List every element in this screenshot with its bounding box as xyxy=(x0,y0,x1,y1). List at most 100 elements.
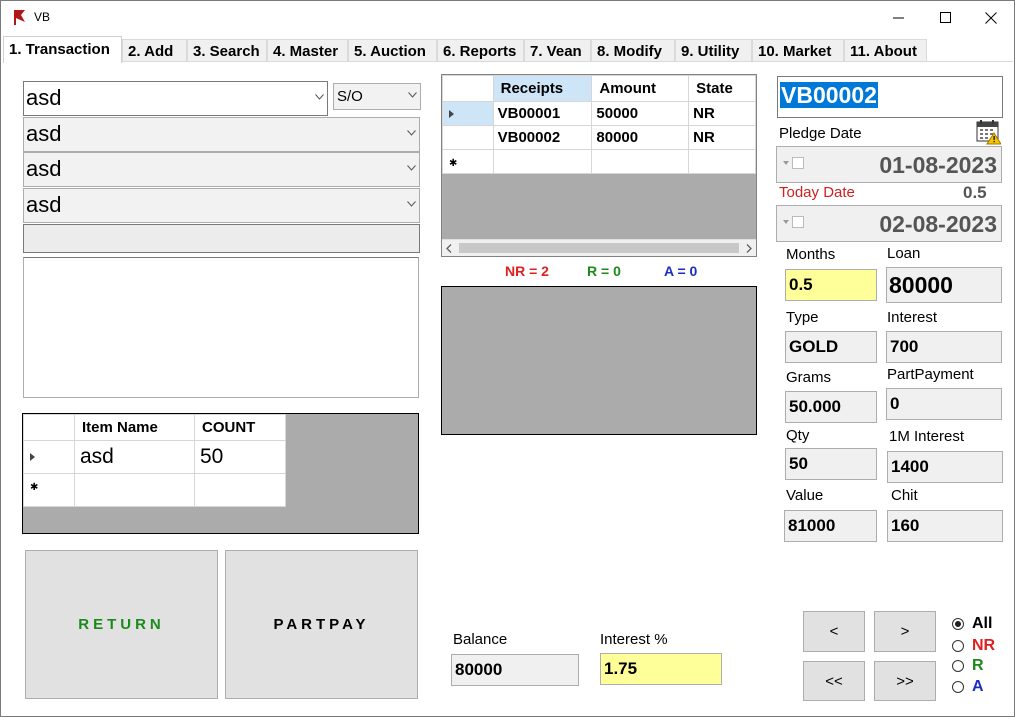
balance-field[interactable]: 80000 xyxy=(451,654,579,686)
amount-cell[interactable]: 80000 xyxy=(591,125,690,150)
radio-unchecked-icon xyxy=(952,640,964,652)
receipt-cell[interactable]: VB00002 xyxy=(492,125,593,150)
last-button[interactable]: >> xyxy=(874,661,936,701)
grams-field[interactable]: 50.000 xyxy=(785,391,877,423)
scroll-left-icon[interactable] xyxy=(446,244,452,253)
tab-utility[interactable]: 9. Utility xyxy=(675,39,752,62)
phone-field[interactable] xyxy=(23,224,420,253)
type-label: Type xyxy=(786,309,819,326)
customer-name-combo[interactable]: asd xyxy=(23,81,328,116)
column-header-count[interactable]: COUNT xyxy=(194,414,286,441)
row-header[interactable]: ✱ xyxy=(23,473,75,507)
notes-textarea[interactable] xyxy=(23,257,419,398)
scroll-thumb[interactable] xyxy=(459,243,739,253)
close-button[interactable] xyxy=(968,1,1014,34)
state-cell[interactable]: NR xyxy=(688,101,756,126)
m1-interest-field[interactable]: 1400 xyxy=(887,451,1003,483)
address-value: asd xyxy=(26,156,62,181)
table-row[interactable]: VB00001 50000 NR xyxy=(442,101,756,126)
column-header-receipts[interactable]: Receipts xyxy=(492,75,593,102)
state-cell[interactable] xyxy=(688,149,756,174)
date-checkbox[interactable] xyxy=(792,216,804,228)
return-button[interactable]: RETURN xyxy=(25,550,218,699)
place-combo[interactable]: asd xyxy=(23,188,420,223)
state-cell[interactable]: NR xyxy=(688,125,756,150)
tab-market[interactable]: 10. Market xyxy=(752,39,844,62)
pledge-date-picker[interactable]: 01-08-2023 xyxy=(776,146,1002,183)
relation-value: S/O xyxy=(337,88,363,105)
type-field[interactable]: GOLD xyxy=(785,331,877,363)
tab-master[interactable]: 4. Master xyxy=(267,39,348,62)
months-field[interactable]: 0.5 xyxy=(785,269,877,301)
first-button[interactable]: << xyxy=(803,661,865,701)
relative-name-combo[interactable]: asd xyxy=(23,117,420,152)
item-name-cell[interactable]: asd xyxy=(74,440,195,474)
row-header[interactable] xyxy=(442,125,494,150)
prev-button[interactable]: < xyxy=(803,611,865,652)
next-button[interactable]: > xyxy=(874,611,936,652)
radio-unchecked-icon xyxy=(952,660,964,672)
row-header[interactable] xyxy=(442,101,494,126)
qty-field[interactable]: 50 xyxy=(785,448,877,480)
interest-pct-field[interactable]: 1.75 xyxy=(600,653,722,685)
tab-auction[interactable]: 5. Auction xyxy=(348,39,437,62)
row-header[interactable]: ✱ xyxy=(442,149,494,174)
receipt-cell[interactable]: VB00001 xyxy=(492,101,593,126)
pledge-date-value: 01-08-2023 xyxy=(879,152,997,178)
filter-all-label: All xyxy=(972,615,993,632)
count-cell[interactable]: 50 xyxy=(194,440,286,474)
partpay-button-label: PARTPAY xyxy=(273,616,370,633)
tab-about[interactable]: 11. About xyxy=(844,39,927,62)
relation-combo[interactable]: S/O xyxy=(333,83,421,110)
count-cell[interactable] xyxy=(194,473,286,507)
amount-cell[interactable]: 50000 xyxy=(591,101,690,126)
radio-checked-icon xyxy=(952,618,964,630)
chevron-down-icon xyxy=(408,91,417,98)
m1-interest-label: 1M Interest xyxy=(889,428,965,445)
dropdown-icon xyxy=(783,220,789,224)
item-name-cell[interactable] xyxy=(74,473,195,507)
chit-label: Chit xyxy=(891,487,918,504)
loan-field[interactable]: 80000 xyxy=(886,267,1002,303)
table-row[interactable]: asd 50 xyxy=(23,440,286,474)
value-field[interactable]: 81000 xyxy=(784,510,877,542)
partpayment-label: PartPayment xyxy=(887,366,974,383)
receipt-number-input[interactable]: VB00002 xyxy=(777,76,1003,118)
address-combo[interactable]: asd xyxy=(23,152,420,187)
current-row-arrow-icon xyxy=(449,109,454,118)
table-row-new[interactable]: ✱ xyxy=(23,473,286,507)
tab-transaction[interactable]: 1. Transaction xyxy=(3,36,122,63)
column-header-amount[interactable]: Amount xyxy=(591,75,690,102)
partpayment-field[interactable]: 0 xyxy=(886,388,1002,420)
receipts-grid: Receipts Amount State VB00001 50000 NR V… xyxy=(441,74,757,257)
tab-vean[interactable]: 7. Vean xyxy=(524,39,591,62)
row-header[interactable] xyxy=(23,440,75,474)
value-label: Value xyxy=(786,487,824,504)
pledge-date-label: Pledge Date xyxy=(779,125,862,142)
receipt-cell[interactable] xyxy=(492,149,593,174)
today-date-picker[interactable]: 02-08-2023 xyxy=(776,205,1002,242)
tab-reports[interactable]: 6. Reports xyxy=(437,39,524,62)
table-row[interactable]: VB00002 80000 NR xyxy=(442,125,756,150)
calendar-icon[interactable] xyxy=(976,119,1001,145)
tab-search[interactable]: 3. Search xyxy=(187,39,267,62)
column-header-state[interactable]: State xyxy=(688,75,756,102)
title-bar: VB xyxy=(1,1,1014,34)
amount-cell[interactable] xyxy=(591,149,690,174)
interest-pct-label: Interest % xyxy=(600,631,668,648)
months-diff: 0.5 xyxy=(963,183,987,202)
tab-modify[interactable]: 8. Modify xyxy=(591,39,675,62)
items-grid: Item Name COUNT asd 50 ✱ xyxy=(22,413,419,534)
minimize-button[interactable] xyxy=(875,1,921,34)
column-header-item-name[interactable]: Item Name xyxy=(74,414,195,441)
partpay-button[interactable]: PARTPAY xyxy=(225,550,418,699)
scroll-right-icon[interactable] xyxy=(746,244,752,253)
horizontal-scrollbar[interactable] xyxy=(442,239,756,256)
chit-field[interactable]: 160 xyxy=(887,510,1003,542)
maximize-button[interactable] xyxy=(922,1,968,34)
table-row-new[interactable]: ✱ xyxy=(442,149,756,174)
interest-field[interactable]: 700 xyxy=(886,331,1002,363)
date-checkbox[interactable] xyxy=(792,157,804,169)
customer-name-value: asd xyxy=(26,85,62,110)
tab-add[interactable]: 2. Add xyxy=(122,39,187,62)
